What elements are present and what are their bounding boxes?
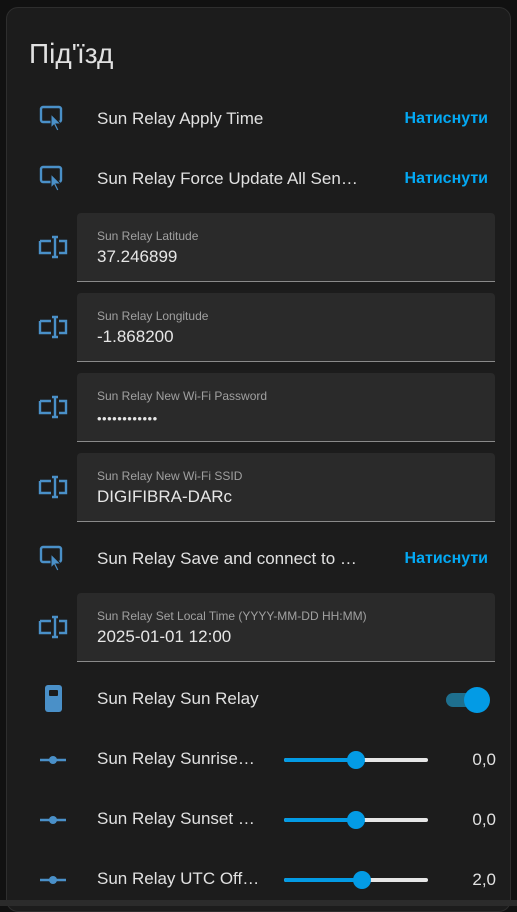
sunrise-offset-slider[interactable] (284, 749, 428, 771)
button-press-icon (37, 162, 69, 194)
longitude-input[interactable]: Sun Relay Longitude -1.868200 (77, 293, 495, 362)
row-wifi-password: Sun Relay New Wi-Fi Password •••••••••••… (7, 373, 512, 443)
utc-offset-value: 2,0 (472, 870, 496, 889)
row-utc-offset: Sun Relay UTC Offset 2,0 (7, 862, 512, 898)
wifi-password-field-value: •••••••••••• (97, 411, 158, 426)
slider-fill (284, 818, 356, 822)
text-input-icon (37, 611, 69, 643)
slider-icon (37, 804, 69, 836)
sunset-offset-value: 0,0 (472, 810, 496, 829)
row-sun-relay: Sun Relay Sun Relay (7, 682, 512, 718)
wifi-ssid-field-value: DIGIFIBRA-DARc (97, 487, 233, 506)
row-local-time: Sun Relay Set Local Time (YYYY-MM-DD HH:… (7, 593, 512, 663)
slider-thumb[interactable] (353, 871, 371, 889)
local-time-field-value: 2025-01-01 12:00 (97, 627, 232, 646)
slider-fill (284, 758, 356, 762)
sun-relay-toggle[interactable] (444, 687, 490, 713)
wifi-password-input[interactable]: Sun Relay New Wi-Fi Password •••••••••••… (77, 373, 495, 442)
slider-thumb[interactable] (347, 811, 365, 829)
button-press-icon (37, 102, 69, 134)
toggle-thumb (464, 687, 490, 713)
text-input-icon (37, 471, 69, 503)
slider-fill (284, 878, 362, 882)
sunrise-offset-label: Sun Relay Sunrise Offset (97, 749, 257, 768)
apply-time-press-button[interactable]: Натиснути (405, 110, 488, 128)
longitude-field-value: -1.868200 (97, 327, 174, 346)
row-force-update: Sun Relay Force Update All Sensors Натис… (7, 162, 512, 198)
row-wifi-ssid: Sun Relay New Wi-Fi SSID DIGIFIBRA-DARc (7, 453, 512, 523)
wifi-ssid-field-label: Sun Relay New Wi-Fi SSID (97, 469, 243, 483)
save-connect-label: Sun Relay Save and connect to network (97, 549, 363, 568)
row-sunset-offset: Sun Relay Sunset Offset 0,0 (7, 802, 512, 838)
local-time-field-label: Sun Relay Set Local Time (YYYY-MM-DD HH:… (97, 609, 367, 623)
slider-thumb[interactable] (347, 751, 365, 769)
sunrise-offset-value: 0,0 (472, 750, 496, 769)
bottom-scroll-edge (0, 900, 517, 906)
row-latitude: Sun Relay Latitude 37.246899 (7, 213, 512, 283)
button-press-icon (37, 542, 69, 574)
latitude-input[interactable]: Sun Relay Latitude 37.246899 (77, 213, 495, 282)
entities-card: Під'їзд Sun Relay Apply Time Натиснути S… (6, 7, 511, 912)
utc-offset-slider[interactable] (284, 869, 428, 891)
row-sunrise-offset: Sun Relay Sunrise Offset 0,0 (7, 742, 512, 778)
latitude-field-value: 37.246899 (97, 247, 178, 266)
sunset-offset-label: Sun Relay Sunset Offset (97, 809, 261, 828)
text-input-icon (37, 231, 69, 263)
slider-icon (37, 864, 69, 896)
apply-time-label: Sun Relay Apply Time (97, 109, 264, 128)
text-input-icon (37, 391, 69, 423)
text-input-icon (37, 311, 69, 343)
latitude-field-label: Sun Relay Latitude (97, 229, 199, 243)
force-update-press-button[interactable]: Натиснути (405, 170, 488, 188)
longitude-field-label: Sun Relay Longitude (97, 309, 209, 323)
wifi-ssid-input[interactable]: Sun Relay New Wi-Fi SSID DIGIFIBRA-DARc (77, 453, 495, 522)
utc-offset-label: Sun Relay UTC Offset (97, 869, 261, 888)
row-save-connect: Sun Relay Save and connect to network На… (7, 542, 512, 578)
sunset-offset-slider[interactable] (284, 809, 428, 831)
row-longitude: Sun Relay Longitude -1.868200 (7, 293, 512, 363)
wifi-password-field-label: Sun Relay New Wi-Fi Password (97, 389, 268, 403)
relay-switch-icon (37, 682, 69, 714)
sun-relay-label: Sun Relay Sun Relay (97, 689, 259, 708)
row-apply-time: Sun Relay Apply Time Натиснути (7, 102, 512, 138)
force-update-label: Sun Relay Force Update All Sensors (97, 169, 363, 188)
local-time-input[interactable]: Sun Relay Set Local Time (YYYY-MM-DD HH:… (77, 593, 495, 662)
save-connect-press-button[interactable]: Натиснути (405, 550, 488, 568)
slider-icon (37, 744, 69, 776)
card-title: Під'їзд (29, 38, 114, 69)
